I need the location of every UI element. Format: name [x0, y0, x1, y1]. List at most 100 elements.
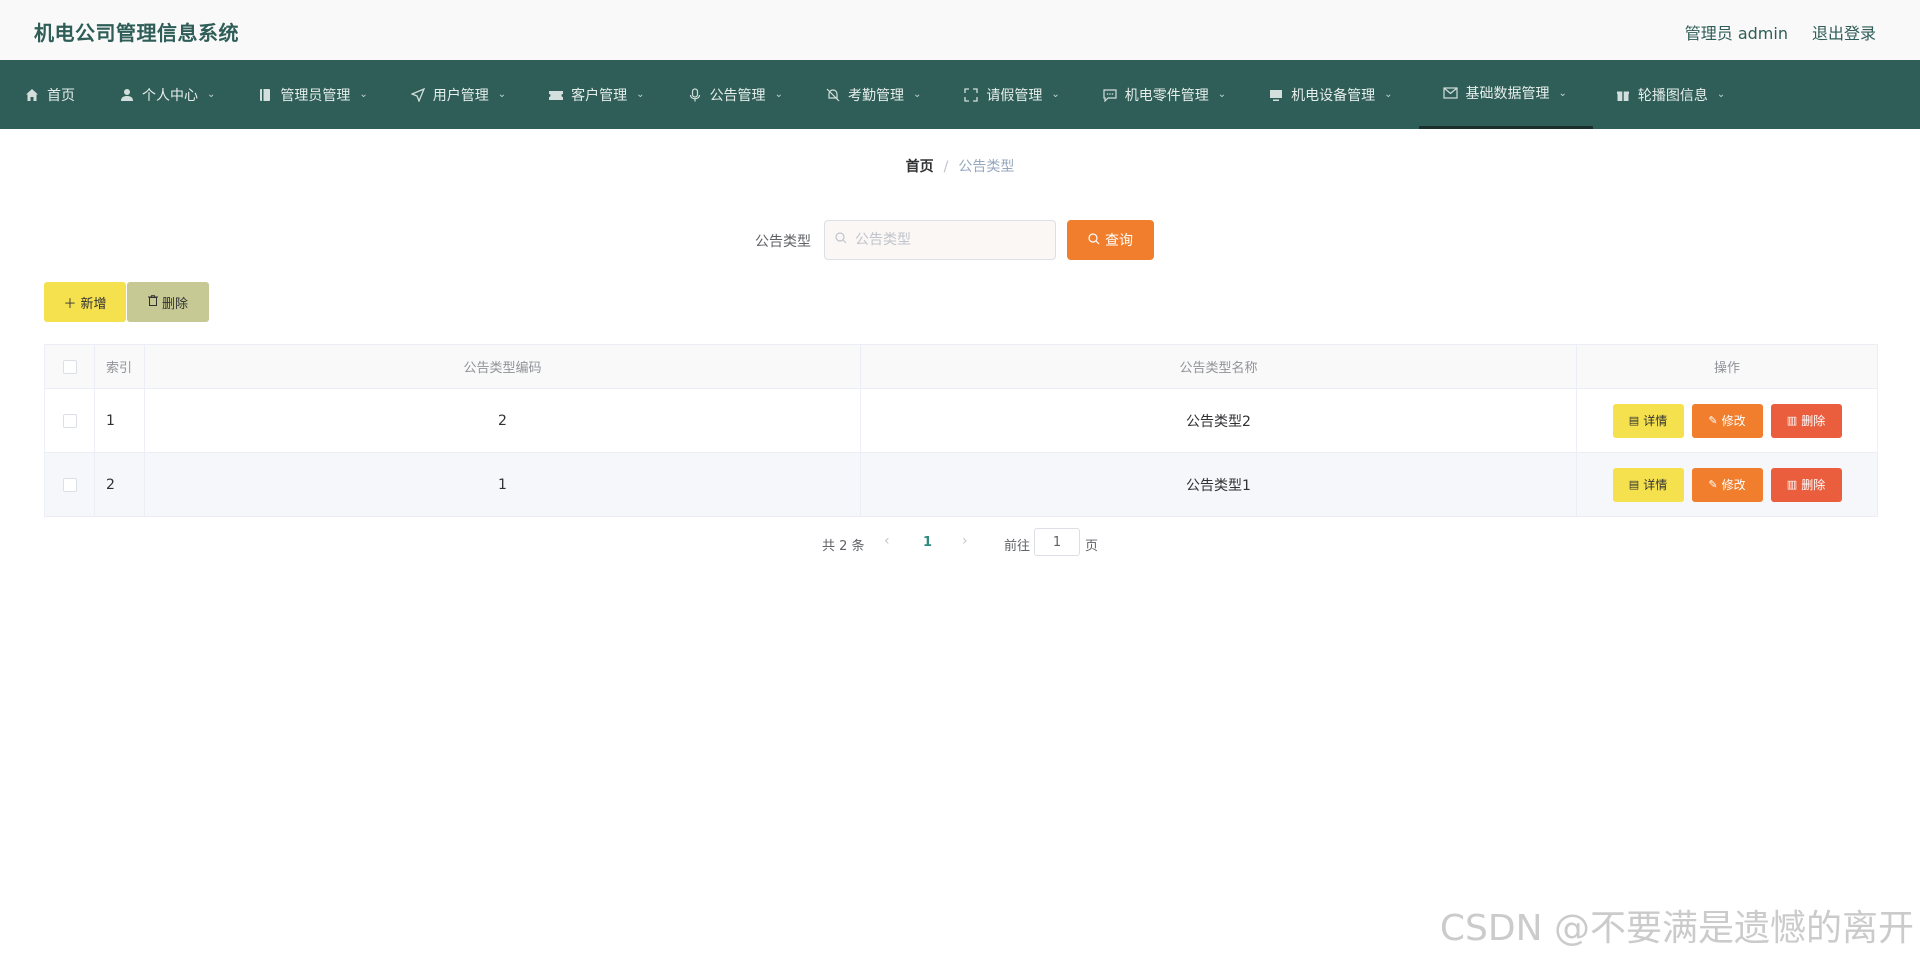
page-number[interactable]: 1 — [923, 535, 932, 550]
search-input[interactable] — [853, 231, 1037, 249]
logout-link[interactable]: 退出登录 — [1812, 20, 1876, 44]
nav-label: 个人中心 — [142, 87, 198, 104]
chevron-down-icon: ⌄ — [1384, 89, 1393, 100]
nav-label: 机电设备管理 — [1291, 87, 1376, 104]
chevron-down-icon: ⌄ — [359, 89, 368, 100]
goto-page-input[interactable] — [1034, 528, 1080, 556]
chevron-down-icon: ⌄ — [1716, 89, 1726, 100]
nav-item-basic-data-management[interactable]: 基础数据管理 ⌄ — [1418, 60, 1593, 129]
nav-item-equipment-management[interactable]: 机电设备管理 ⌄ — [1252, 60, 1418, 129]
column-header-code: 公告类型编码 — [144, 345, 861, 389]
search-icon — [1088, 232, 1100, 248]
column-header-actions: 操作 — [1576, 345, 1877, 389]
nav-label: 考勤管理 — [847, 87, 904, 104]
nav-item-customer-management[interactable]: 客户管理 ⌄ — [532, 60, 670, 129]
gift-icon — [1615, 87, 1631, 103]
document-icon: ▤ — [1628, 414, 1640, 427]
delete-button[interactable]: ▥ 删除 — [1770, 403, 1842, 438]
row-name: 公告类型2 — [860, 388, 1577, 453]
page-suffix: 页 — [1085, 539, 1099, 554]
add-button-label: 新增 — [80, 296, 107, 312]
breadcrumb-separator: / — [943, 159, 949, 175]
batch-delete-button[interactable]: 删除 — [127, 282, 209, 322]
search-icon — [835, 232, 847, 248]
microphone-icon — [687, 87, 703, 103]
delete-button-label: 删除 — [1801, 478, 1826, 492]
pencil-icon: ✎ — [1708, 414, 1718, 427]
edit-button-label: 修改 — [1721, 478, 1746, 492]
table-row: 1 2 公告类型2 ▤ 详情 ✎ 修改 ▥ 删除 — [45, 388, 1877, 453]
nav-item-attendance-management[interactable]: 考勤管理 ⌄ — [809, 60, 947, 129]
detail-button-label: 详情 — [1643, 478, 1668, 492]
row-code: 2 — [144, 388, 861, 453]
nav-label: 基础数据管理 — [1465, 86, 1550, 102]
nav-item-user-management[interactable]: 用户管理 ⌄ — [394, 60, 532, 129]
add-button[interactable]: ＋ 新增 — [44, 282, 126, 322]
bell-off-icon — [825, 87, 841, 103]
query-button-label: 查询 — [1105, 233, 1133, 249]
chevron-right-icon[interactable]: › — [962, 533, 968, 549]
nav-item-personal-center[interactable]: 个人中心 ⌄ — [103, 60, 241, 129]
chevron-down-icon: ⌄ — [497, 89, 507, 100]
delete-button-label: 删除 — [1801, 414, 1826, 428]
header-user-area: 管理员 admin 退出登录 — [1685, 20, 1876, 44]
chevron-down-icon: ⌄ — [774, 89, 783, 100]
nav-item-home[interactable]: 首页 — [0, 60, 103, 129]
row-index: 2 — [94, 452, 145, 517]
breadcrumb-current: 公告类型 — [958, 159, 1015, 175]
fullscreen-icon — [963, 87, 979, 103]
main-nav: 首页 个人中心 ⌄ 管理员管理 ⌄ 用户管理 ⌄ 客户管理 ⌄ 公告管理 ⌄ 考… — [0, 60, 1920, 129]
chat-icon — [1102, 87, 1118, 103]
query-button[interactable]: 查询 — [1067, 220, 1154, 260]
edit-button[interactable]: ✎ 修改 — [1691, 403, 1763, 438]
search-field[interactable] — [824, 220, 1056, 260]
nav-label: 管理员管理 — [280, 87, 351, 104]
nav-label: 请假管理 — [986, 87, 1043, 104]
pagination-total: 共 2 条 — [822, 539, 865, 554]
row-actions: ▤ 详情 ✎ 修改 ▥ 删除 — [1576, 388, 1877, 453]
search-label: 公告类型 — [755, 234, 811, 250]
nav-item-parts-management[interactable]: 机电零件管理 ⌄ — [1086, 60, 1252, 129]
chevron-left-icon[interactable]: ‹ — [884, 533, 890, 549]
detail-button[interactable]: ▤ 详情 — [1612, 467, 1684, 502]
row-select-cell — [45, 388, 95, 453]
nav-label: 轮播图信息 — [1637, 87, 1708, 104]
nav-item-admin-management[interactable]: 管理员管理 ⌄ — [241, 60, 393, 129]
trash-icon: ▥ — [1786, 414, 1798, 427]
detail-button[interactable]: ▤ 详情 — [1612, 403, 1684, 438]
chevron-down-icon: ⌄ — [636, 89, 645, 100]
table-header-row: 索引 公告类型编码 公告类型名称 操作 — [45, 345, 1877, 389]
data-table: 索引 公告类型编码 公告类型名称 操作 1 2 公告类型2 ▤ 详情 ✎ 修改 ▥ 删… — [44, 344, 1878, 517]
select-all-cell — [45, 345, 95, 389]
nav-item-notice-management[interactable]: 公告管理 ⌄ — [671, 60, 809, 129]
watermark: CSDN @不要满是遗憾的离开 — [1439, 908, 1914, 949]
monitor-icon — [1268, 87, 1284, 103]
nav-item-leave-management[interactable]: 请假管理 ⌄ — [947, 60, 1085, 129]
chevron-down-icon: ⌄ — [1558, 87, 1567, 99]
top-header: 机电公司管理信息系统 管理员 admin 退出登录 — [0, 0, 1920, 61]
chevron-down-icon: ⌄ — [1051, 89, 1060, 100]
goto-label: 前往 — [1004, 539, 1031, 554]
nav-item-carousel-info[interactable]: 轮播图信息 ⌄ — [1593, 60, 1751, 129]
row-name: 公告类型1 — [860, 452, 1577, 517]
delete-button[interactable]: ▥ 删除 — [1770, 467, 1842, 502]
breadcrumb-home[interactable]: 首页 — [906, 159, 934, 175]
select-all-checkbox[interactable] — [62, 359, 77, 374]
nav-label: 公告管理 — [709, 87, 766, 104]
edit-button[interactable]: ✎ 修改 — [1691, 467, 1763, 502]
book-icon — [257, 87, 273, 103]
home-icon — [24, 87, 40, 103]
row-checkbox[interactable] — [62, 477, 77, 492]
current-user-label: 管理员 admin — [1684, 24, 1788, 43]
mail-icon — [1443, 85, 1459, 101]
row-index: 1 — [94, 388, 145, 453]
nav-label: 首页 — [47, 87, 75, 104]
row-checkbox[interactable] — [62, 413, 77, 428]
detail-button-label: 详情 — [1643, 414, 1668, 428]
chevron-down-icon: ⌄ — [1217, 89, 1227, 100]
column-header-name: 公告类型名称 — [860, 345, 1577, 389]
trash-icon — [147, 294, 158, 310]
document-icon: ▤ — [1628, 478, 1640, 491]
nav-label: 用户管理 — [432, 87, 489, 104]
pencil-icon: ✎ — [1708, 478, 1718, 491]
